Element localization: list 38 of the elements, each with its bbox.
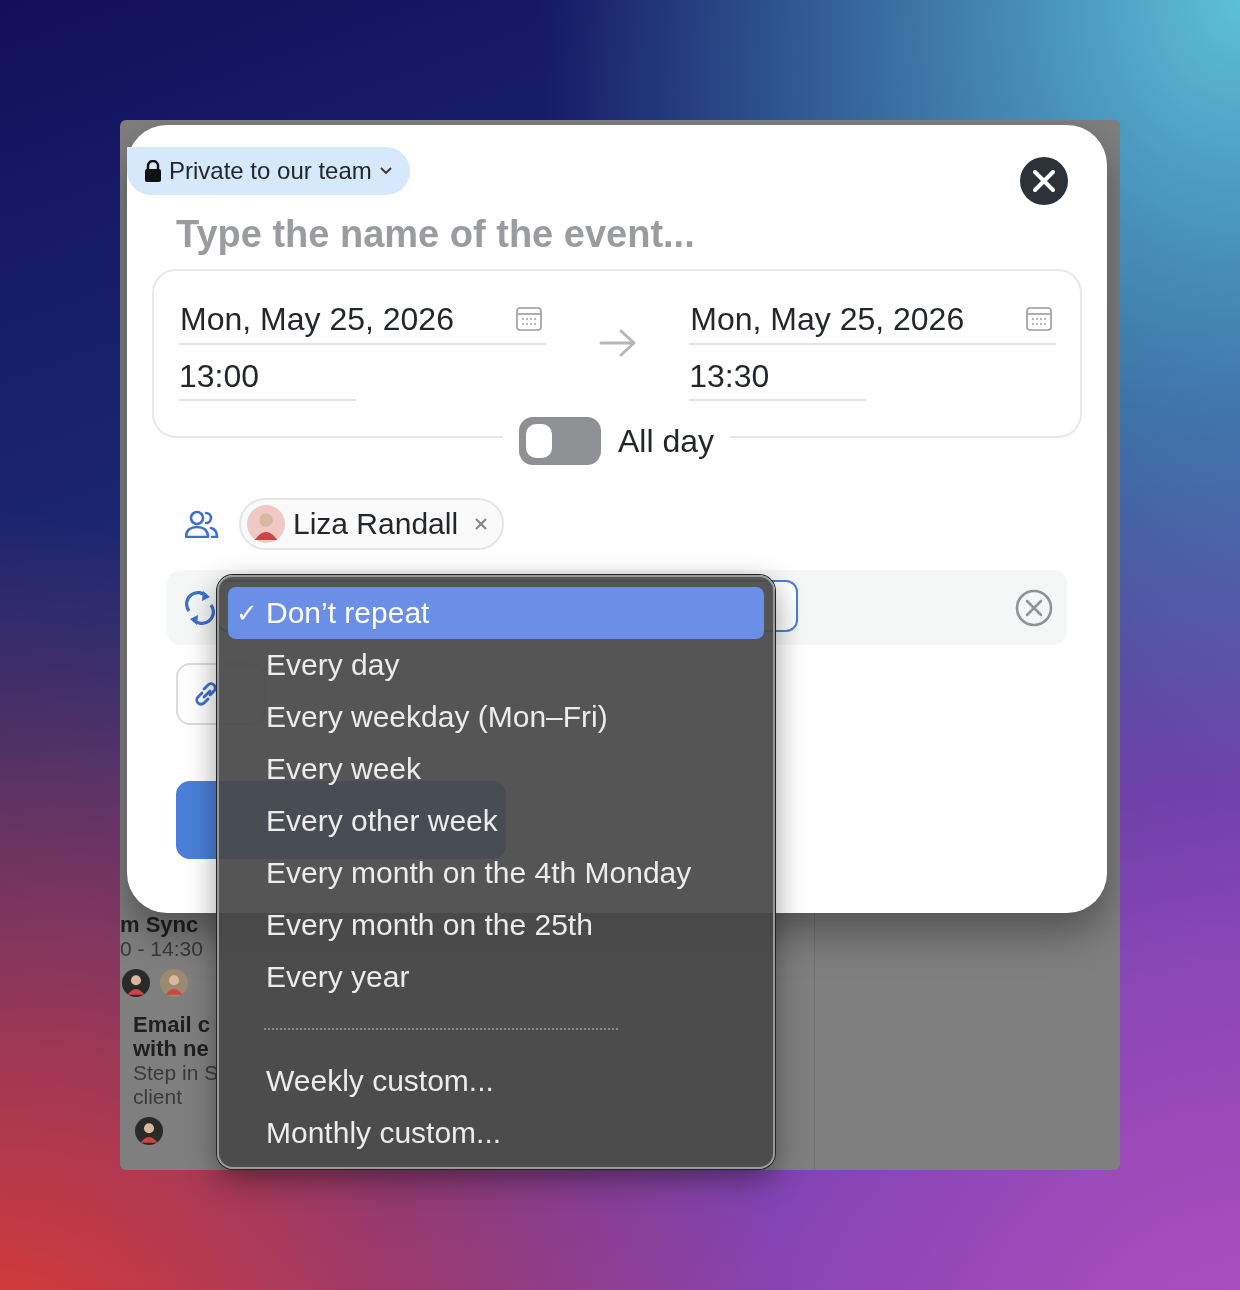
event-title: Email c: [133, 1013, 212, 1037]
check-icon: ✓: [236, 597, 258, 629]
privacy-selector[interactable]: Private to our team: [127, 147, 410, 195]
event-title: m Sync: [120, 913, 200, 937]
arrow-right-icon: [598, 327, 637, 358]
date-field[interactable]: Mon, May 25, 2026: [689, 295, 1056, 345]
menu-item[interactable]: Every year: [228, 951, 764, 1003]
menu-item[interactable]: Every weekday (Mon–Fri): [228, 691, 764, 743]
menu-item[interactable]: Every week: [228, 743, 764, 795]
avatar-icon: [160, 969, 188, 997]
avatar-icon: [122, 969, 150, 997]
remove-icon[interactable]: [474, 517, 489, 531]
event-time: 0 - 14:30: [120, 937, 204, 961]
people-icon: [185, 510, 219, 538]
menu-item[interactable]: Monthly custom...: [228, 1107, 764, 1159]
close-button[interactable]: [1020, 157, 1068, 205]
menu-item[interactable]: Every month on the 4th Monday: [228, 847, 764, 899]
all-day-label: All day: [618, 422, 715, 460]
chevron-down-icon: [379, 167, 392, 175]
event-title: with ne: [133, 1037, 210, 1061]
close-icon: [1033, 170, 1055, 192]
menu-item[interactable]: Every other week: [228, 795, 764, 847]
avatar-icon: [135, 1117, 163, 1145]
all-day-toggle[interactable]: [519, 417, 601, 465]
time-field[interactable]: 13:00: [179, 345, 356, 401]
lock-icon: [145, 160, 161, 182]
attendee-chip[interactable]: Liza Randall: [239, 498, 505, 550]
repeat-icon: [185, 588, 215, 627]
menu-item[interactable]: Every month on the 25th: [228, 899, 764, 951]
menu-item[interactable]: Every day: [228, 639, 764, 691]
clear-icon[interactable]: [1015, 588, 1053, 627]
time-field[interactable]: 13:30: [689, 345, 867, 401]
event-note: client: [133, 1085, 184, 1109]
calendar-icon: [515, 307, 542, 331]
date-field[interactable]: Mon, May 25, 2026: [179, 295, 546, 345]
avatar-icon: [247, 505, 285, 543]
calendar-icon: [1026, 307, 1052, 331]
menu-item[interactable]: Weekly custom...: [228, 1055, 764, 1107]
